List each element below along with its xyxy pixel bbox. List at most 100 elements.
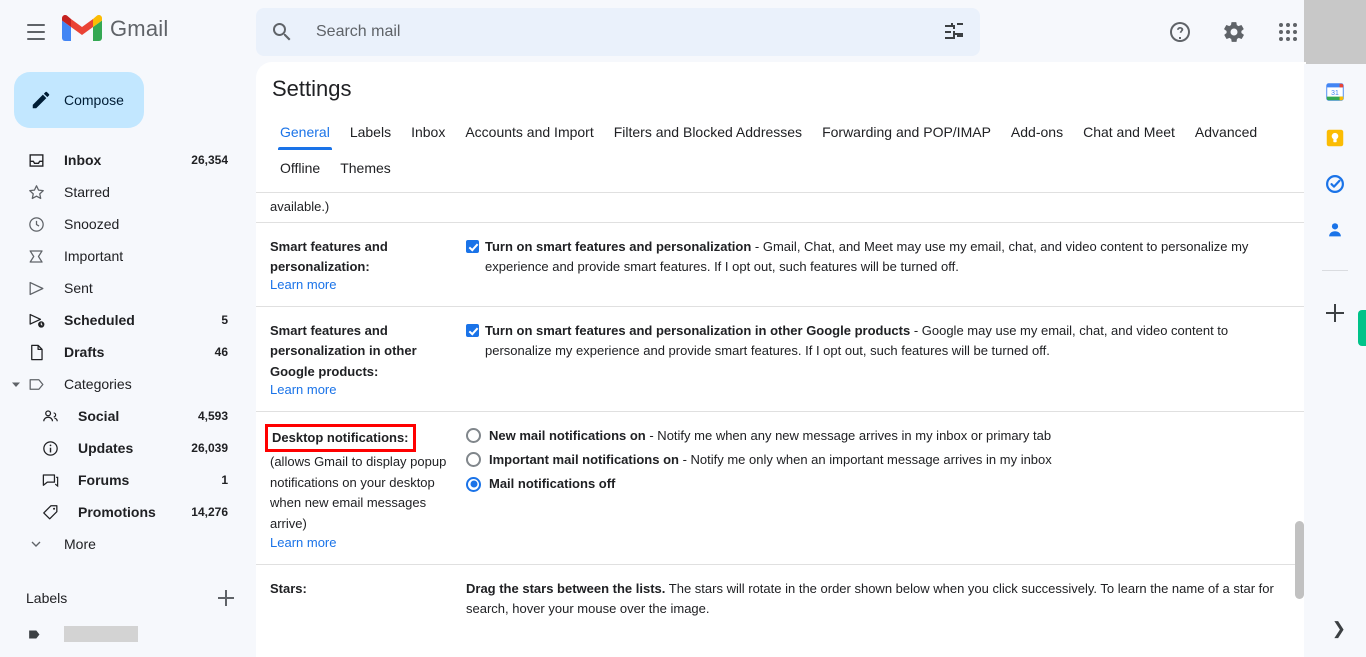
gmail-logo[interactable]: Gmail (62, 14, 168, 44)
sidebar-item-sent[interactable]: Sent (0, 272, 240, 304)
tab-offline[interactable]: Offline (270, 152, 330, 186)
draft-document-icon (26, 342, 46, 362)
gmail-brand-text: Gmail (110, 16, 169, 41)
settings-tabs-row-1: General Labels Inbox Accounts and Import… (256, 116, 1306, 150)
settings-scrollbar-thumb[interactable] (1295, 521, 1304, 599)
radio-option-new-mail-notifications-on[interactable]: New mail notifications on - Notify me wh… (466, 426, 1288, 446)
plus-icon[interactable] (1325, 303, 1345, 323)
sidebar-item-count: 26,039 (191, 441, 228, 455)
sidebar-item-inbox[interactable]: Inbox 26,354 (0, 144, 240, 176)
sidebar-item-label: Forums (78, 472, 130, 488)
search-input[interactable] (316, 23, 942, 41)
radio-option-mail-notifications-off[interactable]: Mail notifications off (466, 474, 1288, 494)
label-filled-icon (26, 624, 46, 644)
setting-label-stars: Stars: (270, 579, 466, 634)
setting-label-text: Smart features and personalization in ot… (270, 323, 417, 379)
setting-row-stars: Stars: Drag the stars between the lists.… (256, 564, 1306, 634)
compose-button[interactable]: Compose (14, 72, 144, 128)
smart-features-checkbox[interactable] (466, 240, 479, 253)
radio-button[interactable] (466, 452, 481, 468)
chevron-right-icon[interactable]: ❯ (1332, 619, 1346, 639)
avatar[interactable] (1304, 0, 1366, 64)
learn-more-link[interactable]: Learn more (270, 535, 336, 550)
setting-label-text: Stars: (270, 581, 307, 597)
sidebar-item-drafts[interactable]: Drafts 46 (0, 336, 240, 368)
help-icon[interactable] (1164, 16, 1196, 48)
hamburger-menu-icon[interactable] (20, 16, 52, 48)
desktop-notifications-highlight-box: Desktop notifications: (265, 423, 416, 452)
tab-inbox[interactable]: Inbox (401, 116, 455, 150)
sidebar-item-label: Starred (64, 184, 110, 200)
tab-add-ons[interactable]: Add-ons (1001, 116, 1073, 150)
sidebar-item-starred[interactable]: Starred (0, 176, 240, 208)
sidebar-item-categories[interactable]: Categories (0, 368, 240, 400)
sidebar-item-count: 26,354 (191, 153, 228, 167)
smart-features-other-checkbox[interactable] (466, 324, 479, 338)
radio-option-important-mail-notifications-on[interactable]: Important mail notifications on - Notify… (466, 450, 1288, 470)
tab-labels[interactable]: Labels (340, 116, 401, 150)
setting-body-smart-features-other: Turn on smart features and personalizati… (466, 321, 1288, 396)
google-keep-icon[interactable] (1323, 126, 1347, 150)
label-tag-icon (26, 374, 46, 394)
setting-body-stars: Drag the stars between the lists. The st… (466, 579, 1288, 634)
tab-themes[interactable]: Themes (330, 152, 401, 186)
tab-forwarding-and-pop-imap[interactable]: Forwarding and POP/IMAP (812, 116, 1001, 150)
sidebar-item-updates[interactable]: Updates 26,039 (0, 432, 240, 464)
search-bar[interactable] (256, 8, 980, 56)
gmail-settings-page: Gmail Search mail Compose Inbox 26,354 S… (0, 0, 1366, 657)
sidebar-item-forums[interactable]: Forums 1 (0, 464, 240, 496)
sidebar-nav: Inbox 26,354 Starred Snoozed Important S… (0, 144, 256, 560)
preset-4-stars[interactable]: 4 stars (589, 631, 628, 634)
list-item[interactable] (0, 618, 256, 650)
important-marker-icon (26, 246, 46, 266)
tab-accounts-and-import[interactable]: Accounts and Import (455, 116, 603, 150)
search-options-icon[interactable] (942, 20, 966, 44)
sidebar-item-count: 1 (221, 473, 228, 487)
tab-general[interactable]: General (270, 116, 340, 150)
green-side-tab[interactable] (1358, 310, 1366, 346)
settings-panel: Settings General Labels Inbox Accounts a… (256, 62, 1306, 657)
setting-row-smart-features-other-google-products: Smart features and personalization in ot… (256, 306, 1306, 410)
setting-label-desktop-notifications: Desktop notifications: (allows Gmail to … (265, 423, 466, 550)
gear-icon[interactable] (1218, 16, 1250, 48)
learn-more-link[interactable]: Learn more (270, 277, 336, 292)
google-apps-grid-icon[interactable] (1272, 16, 1304, 48)
plus-icon[interactable] (216, 588, 236, 608)
sidebar-item-label: Promotions (78, 504, 156, 520)
stars-presets-label: Presets: (466, 631, 544, 634)
setting-row-smart-features: Smart features and personalization: Lear… (256, 222, 1306, 306)
sidebar-item-important[interactable]: Important (0, 240, 240, 272)
settings-tabs-row-2: Offline Themes (256, 150, 1306, 192)
preset-1-star[interactable]: 1 star (544, 631, 577, 634)
search-icon[interactable] (270, 20, 294, 44)
sidebar-item-label: Updates (78, 440, 134, 456)
google-calendar-icon[interactable]: 31 (1323, 80, 1347, 104)
sidebar-item-social[interactable]: Social 4,593 (0, 400, 240, 432)
google-contacts-icon[interactable] (1323, 218, 1347, 242)
sidebar-item-label: Inbox (64, 152, 102, 168)
learn-more-link[interactable]: Learn more (270, 382, 336, 397)
tab-chat-and-meet[interactable]: Chat and Meet (1073, 116, 1185, 150)
sidebar-item-label: Drafts (64, 344, 105, 360)
send-icon (26, 278, 46, 298)
preset-all-stars[interactable]: all stars (640, 631, 685, 634)
radio-button[interactable] (466, 428, 481, 444)
google-tasks-icon[interactable] (1323, 172, 1347, 196)
tab-filters-and-blocked-addresses[interactable]: Filters and Blocked Addresses (604, 116, 812, 150)
radio-button-selected[interactable] (466, 476, 481, 492)
page-title: Settings (272, 76, 352, 101)
labels-header: Labels (0, 578, 256, 618)
sidebar-item-scheduled[interactable]: Scheduled 5 (0, 304, 240, 336)
sidebar-item-snoozed[interactable]: Snoozed (0, 208, 240, 240)
chevron-down-icon (26, 534, 46, 554)
sidebar-item-count: 5 (221, 313, 228, 327)
labels-title: Labels (26, 590, 68, 606)
sidebar-item-label: Social (78, 408, 120, 424)
setting-label-smart-features-other: Smart features and personalization in ot… (270, 321, 466, 396)
sidebar-item-count: 4,593 (197, 409, 228, 423)
sidebar-item-count: 14,276 (191, 505, 228, 519)
chevron-down-icon[interactable] (6, 374, 26, 394)
sidebar-item-more[interactable]: More (0, 528, 240, 560)
sidebar-item-promotions[interactable]: Promotions 14,276 (0, 496, 240, 528)
tab-advanced[interactable]: Advanced (1185, 116, 1267, 150)
